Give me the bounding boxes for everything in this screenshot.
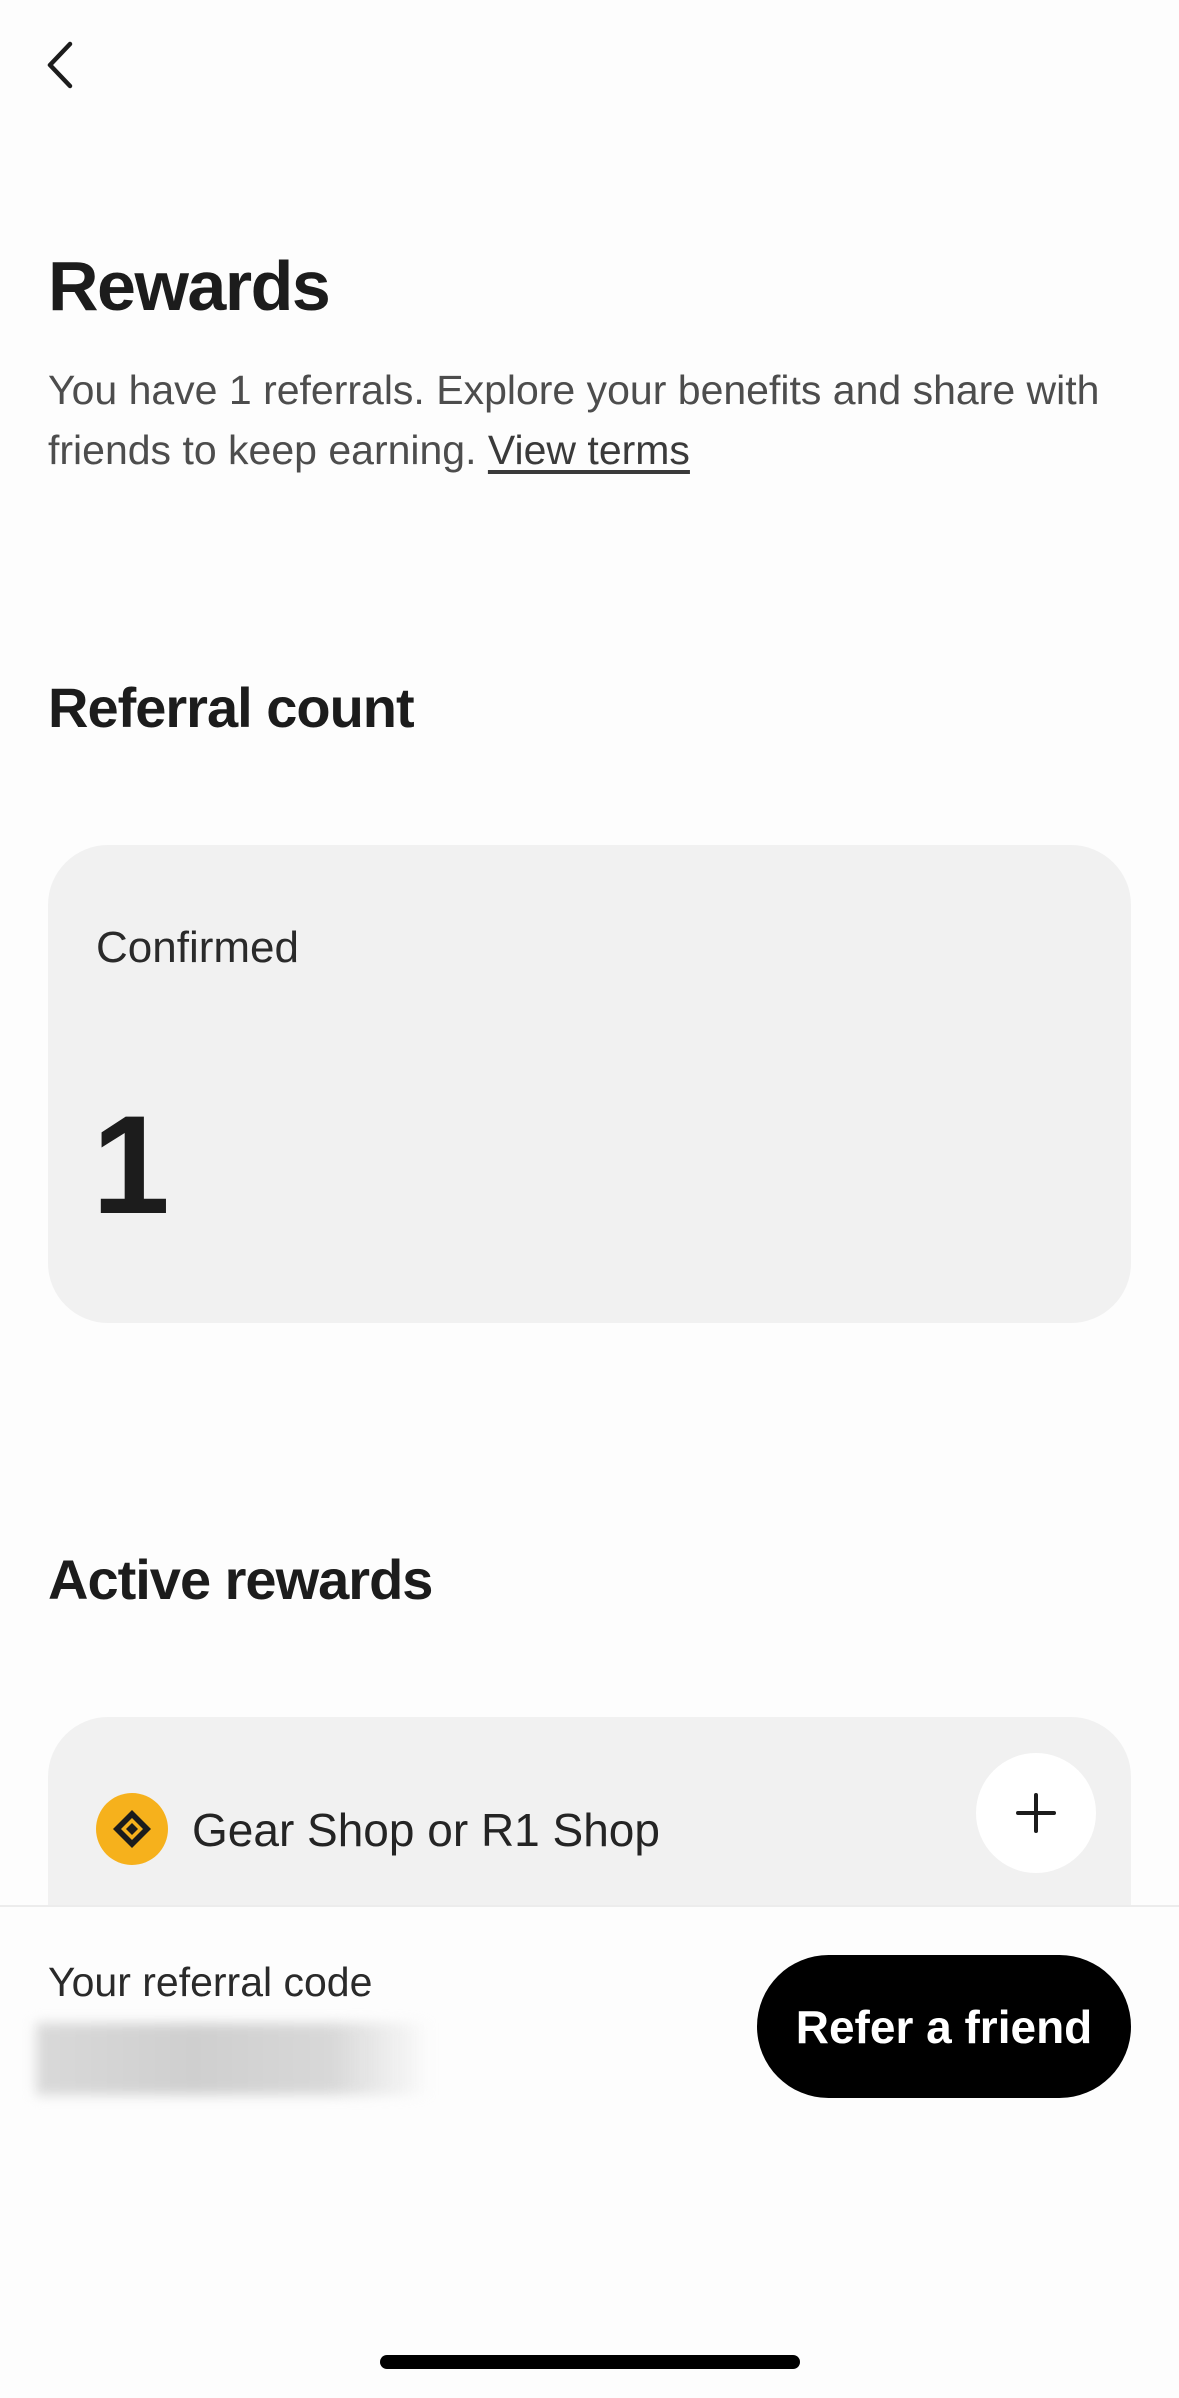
referral-count-heading: Referral count: [48, 676, 415, 739]
reward-label: Gear Shop or R1 Shop: [192, 1804, 660, 1856]
referral-code-value: [36, 2023, 431, 2095]
plus-icon: [1016, 1793, 1056, 1833]
home-indicator: [380, 2355, 800, 2369]
active-rewards-heading: Active rewards: [48, 1548, 433, 1611]
page-title: Rewards: [48, 247, 331, 325]
chevron-left-icon: [47, 41, 73, 89]
confirmed-count: 1: [92, 1086, 170, 1243]
referral-footer: Your referral code Refer a friend: [0, 1905, 1179, 2398]
back-button[interactable]: [36, 40, 86, 90]
shop-diamond-icon: [96, 1793, 168, 1865]
referral-code-label: Your referral code: [48, 1959, 373, 2005]
refer-a-friend-button[interactable]: Refer a friend: [757, 1955, 1131, 2098]
referral-count-card: Confirmed 1: [48, 845, 1131, 1323]
confirmed-label: Confirmed: [96, 923, 299, 972]
intro-text: You have 1 referrals. Explore your benef…: [48, 360, 1128, 480]
view-terms-link[interactable]: View terms: [488, 427, 690, 473]
add-reward-button[interactable]: [976, 1753, 1096, 1873]
